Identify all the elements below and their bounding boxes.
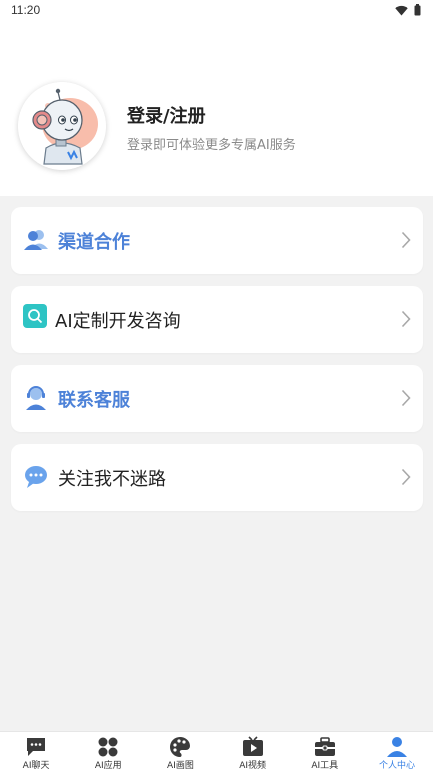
chevron-right-icon <box>401 231 411 249</box>
tab-personal-center[interactable]: 个人中心 <box>361 732 433 771</box>
status-icons <box>395 4 421 19</box>
tab-label: AI画图 <box>167 761 194 771</box>
battery-icon <box>414 4 421 19</box>
robot-avatar-icon[interactable] <box>18 82 106 170</box>
tab-label: AI聊天 <box>22 761 50 771</box>
users-icon <box>23 227 49 253</box>
bottom-tab-bar: AI聊天 AI应用 AI画图 AI视频 AI工具 个人中心 <box>0 731 433 771</box>
menu-item-ai-custom-dev[interactable]: AI定制开发咨询 <box>11 286 423 353</box>
wifi-icon <box>395 5 408 19</box>
menu-item-label: AI定制开发咨询 <box>55 311 181 332</box>
chevron-right-icon <box>401 468 411 486</box>
status-time: 11:20 <box>11 3 41 17</box>
tab-ai-draw[interactable]: AI画图 <box>144 732 216 771</box>
tab-ai-video[interactable]: AI视频 <box>217 732 289 771</box>
menu-item-channel-cooperation[interactable]: 渠道合作 <box>11 207 423 274</box>
menu-item-follow[interactable]: 关注我不迷路 <box>11 444 423 511</box>
login-subtitle: 登录即可体验更多专属AI服务 <box>127 138 296 153</box>
tab-label: AI应用 <box>94 761 122 771</box>
menu-item-customer-service[interactable]: 联系客服 <box>11 365 423 432</box>
screen: 11:20 登录/注册 登录即可体验更多专属AI服务 渠道合作 AI定制开发咨询… <box>0 0 433 771</box>
tab-ai-chat[interactable]: AI聊天 <box>0 732 72 771</box>
tab-ai-apps[interactable]: AI应用 <box>72 732 144 771</box>
chevron-right-icon <box>401 389 411 407</box>
chat-icon <box>25 736 47 758</box>
person-icon <box>386 736 408 758</box>
status-bar: 11:20 <box>0 0 433 22</box>
tab-label: 个人中心 <box>378 761 415 771</box>
menu-item-label: 渠道合作 <box>58 232 130 253</box>
apps-icon <box>97 736 119 758</box>
tab-ai-tools[interactable]: AI工具 <box>289 732 361 771</box>
menu-item-label: 关注我不迷路 <box>58 469 166 490</box>
tab-label: AI视频 <box>239 761 266 771</box>
login-register-title[interactable]: 登录/注册 <box>127 102 206 128</box>
chat-bubble-icon <box>23 464 49 490</box>
customer-service-icon <box>23 385 49 411</box>
chevron-right-icon <box>401 310 411 328</box>
profile-header: 登录/注册 登录即可体验更多专属AI服务 <box>0 22 433 196</box>
menu-item-label: 联系客服 <box>58 390 130 411</box>
toolbox-icon <box>314 736 336 758</box>
tv-play-icon <box>242 736 264 758</box>
palette-icon <box>169 736 191 758</box>
search-square-icon <box>23 304 49 330</box>
tab-label: AI工具 <box>311 761 339 771</box>
